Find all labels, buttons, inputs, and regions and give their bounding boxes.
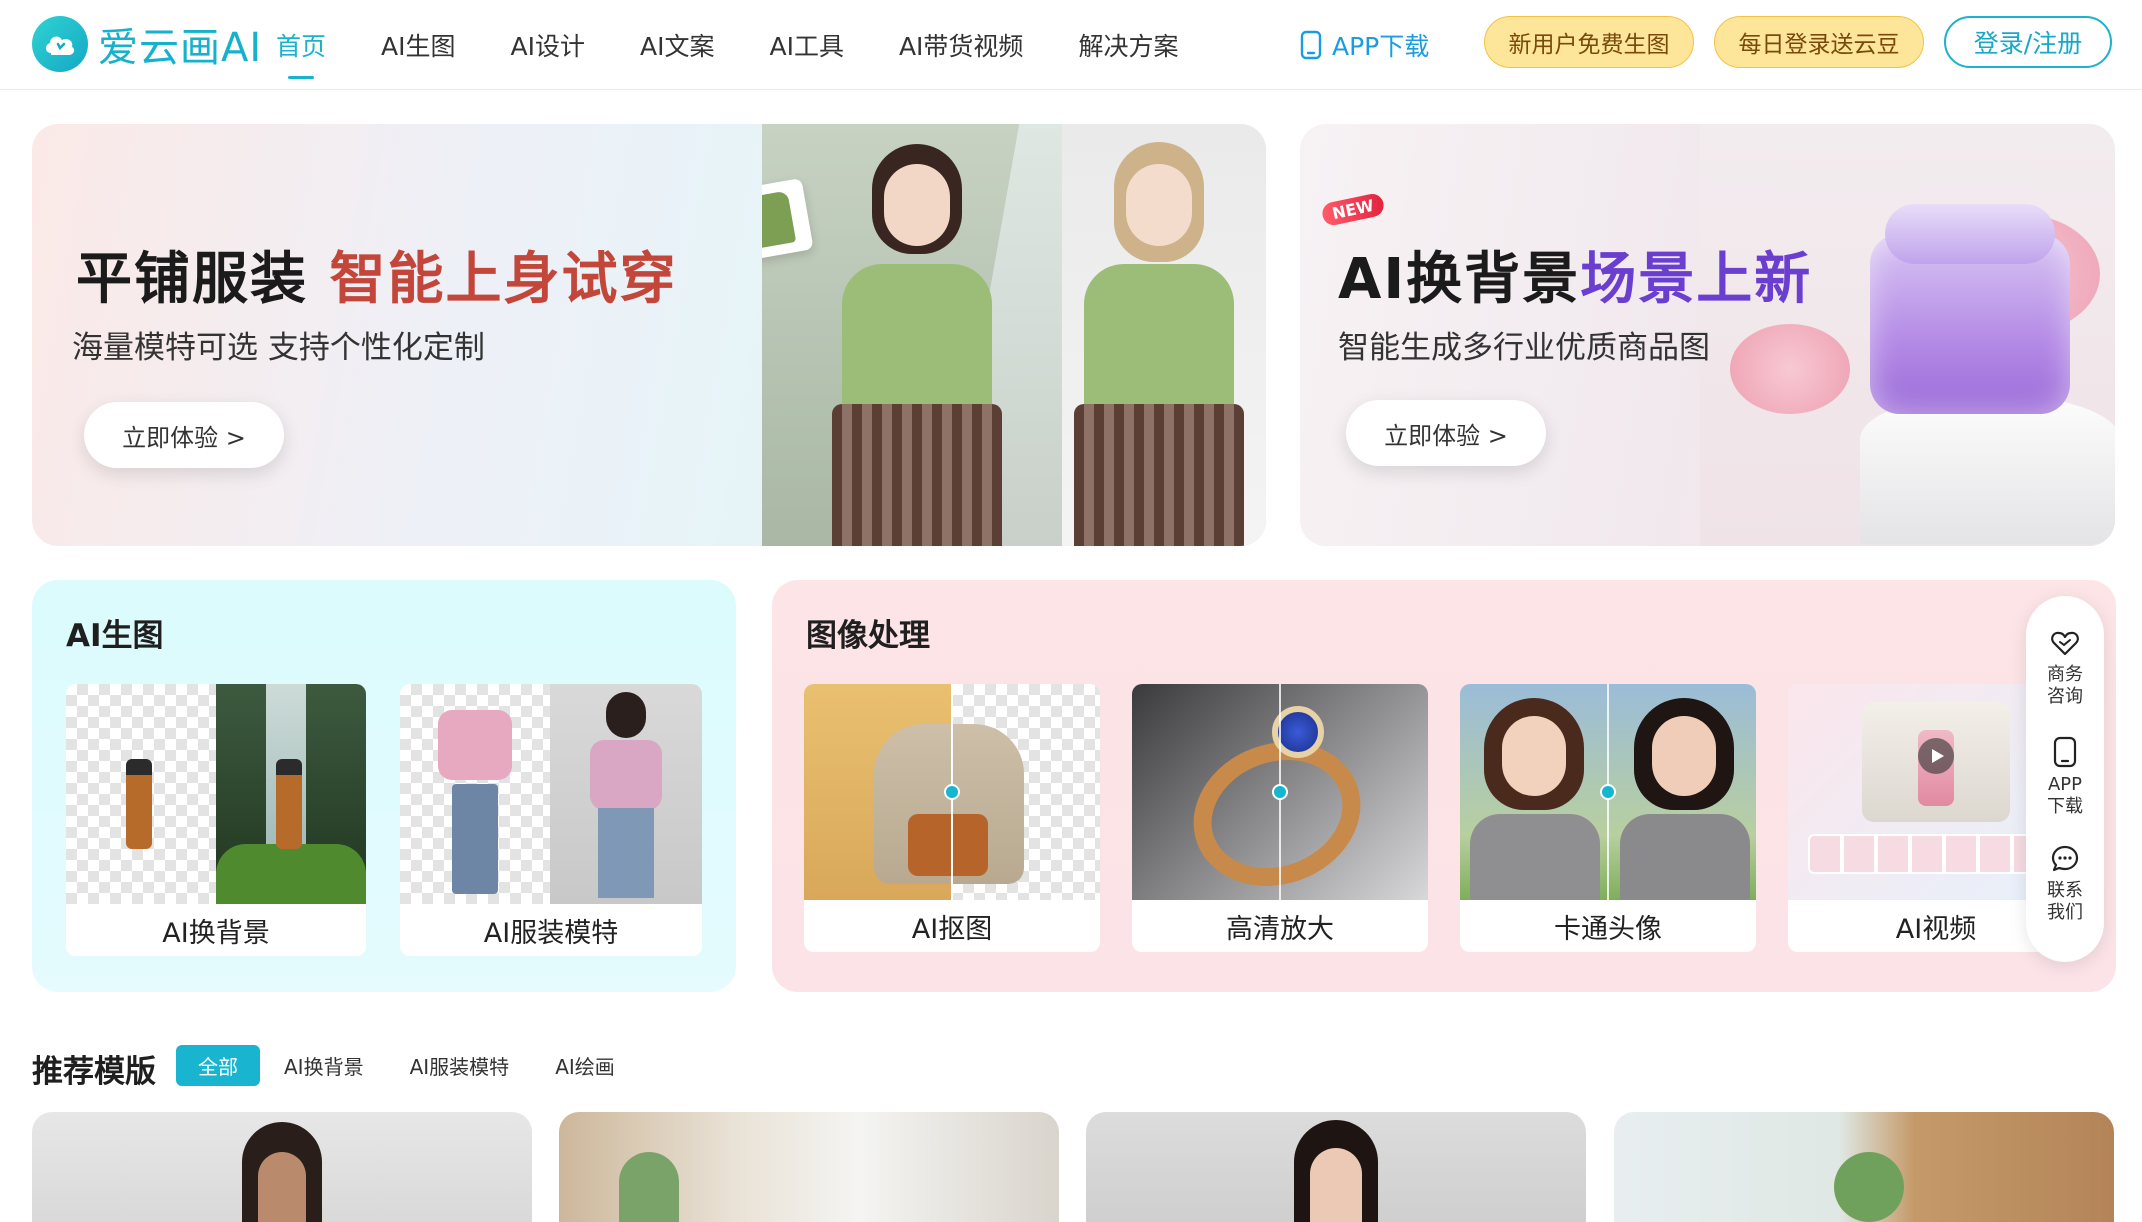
app-download-link[interactable]: APP下载 [1300,24,1429,66]
phone-icon [2053,736,2077,768]
tool-thumbnail [1132,684,1428,900]
business-consult-button[interactable]: 商务咨询 [2026,628,2104,708]
nav-item-ai-image[interactable]: AI生图 [381,27,455,63]
try-now-button[interactable]: 立即体验 > [1346,400,1546,466]
app-download-side-button[interactable]: APP下载 [2026,736,2104,818]
new-user-promo-button[interactable]: 新用户免费生图 [1484,16,1694,68]
main-nav: 首页 AI生图 AI设计 AI文案 AI工具 AI带货视频 解决方案 [276,0,1233,90]
side-item-label: 联系我们 [2047,880,2083,923]
banner-virtual-tryon[interactable]: 平铺服装 智能上身试穿 海量模特可选 支持个性化定制 立即体验 > [32,124,1266,546]
cloud-logo-icon [32,16,88,72]
section-title: AI生图 [66,618,164,654]
tool-thumbnail [804,684,1100,900]
filter-tab-ai-clothing-model[interactable]: AI服装模特 [410,1051,510,1080]
login-register-button[interactable]: 登录/注册 [1944,16,2112,68]
tool-thumbnail [66,684,366,904]
brand-name: 爱云画AI [98,25,263,71]
banner-ai-background[interactable]: NEW AI换背景场景上新 智能生成多行业优质商品图 立即体验 > [1300,124,2115,546]
filter-tab-all[interactable]: 全部 [176,1044,260,1086]
tool-card-ai-clothing-model[interactable]: AI服装模特 [400,684,702,956]
brand-logo[interactable]: 爱云画AI [32,16,262,72]
new-badge: NEW [1320,191,1386,228]
recommended-templates-title: 推荐模版 [32,1054,156,1090]
phone-icon [1300,30,1322,60]
nav-item-ai-copy[interactable]: AI文案 [640,27,714,63]
handshake-heart-icon [2051,631,2079,656]
tool-label: AI服装模特 [400,904,702,956]
tool-card-ai-background[interactable]: AI换背景 [66,684,366,956]
tool-label: 高清放大 [1132,900,1428,952]
banner-subtitle: 海量模特可选 支持个性化定制 [72,330,485,366]
tool-card-cartoon-avatar[interactable]: 卡通头像 [1460,684,1756,952]
nav-item-solutions[interactable]: 解决方案 [1078,27,1178,63]
section-title: 图像处理 [806,618,930,654]
app-download-label: APP下载 [1332,32,1430,61]
tool-label: 卡通头像 [1460,900,1756,952]
tool-card-hd-upscale[interactable]: 高清放大 [1132,684,1428,952]
banner-title: 平铺服装 智能上身试穿 [76,247,678,312]
tryon-photo [762,124,1266,546]
ai-image-section: AI生图 AI换背景 AI服装模特 [32,580,736,992]
daily-login-promo-button[interactable]: 每日登录送云豆 [1714,16,1924,68]
nav-item-ai-tools[interactable]: AI工具 [769,27,843,63]
side-item-label: APP下载 [2047,774,2083,817]
top-header: 爱云画AI 首页 AI生图 AI设计 AI文案 AI工具 AI带货视频 解决方案… [0,0,2142,90]
tool-card-ai-cutout[interactable]: AI抠图 [804,684,1100,952]
floating-service-bar: 商务咨询 APP下载 联系我们 [2026,596,2104,962]
try-now-button[interactable]: 立即体验 > [84,402,284,468]
tool-thumbnail [1460,684,1756,900]
banner-subtitle: 智能生成多行业优质商品图 [1338,330,1710,366]
chat-bubble-icon [2051,845,2079,872]
tool-label: AI换背景 [66,904,366,956]
nav-item-home[interactable]: 首页 [276,27,326,63]
side-item-label: 商务咨询 [2047,664,2083,707]
tool-label: AI抠图 [804,900,1100,952]
nav-item-ai-design[interactable]: AI设计 [511,27,585,63]
template-filter-tabs: 全部 AI换背景 AI服装模特 AI绘画 [176,1044,661,1086]
play-icon [1918,738,1954,774]
image-processing-section: 图像处理 AI抠图 高清放大 卡通头像 AI视频 [772,580,2116,992]
nav-item-ai-video[interactable]: AI带货视频 [899,27,1023,63]
filter-tab-ai-background[interactable]: AI换背景 [284,1051,364,1080]
banner-title: AI换背景场景上新 [1338,247,1813,312]
filter-tab-ai-painting[interactable]: AI绘画 [555,1051,615,1080]
tool-thumbnail [400,684,702,904]
contact-us-button[interactable]: 联系我们 [2026,844,2104,924]
cosmetic-jar-photo [1700,124,2115,546]
